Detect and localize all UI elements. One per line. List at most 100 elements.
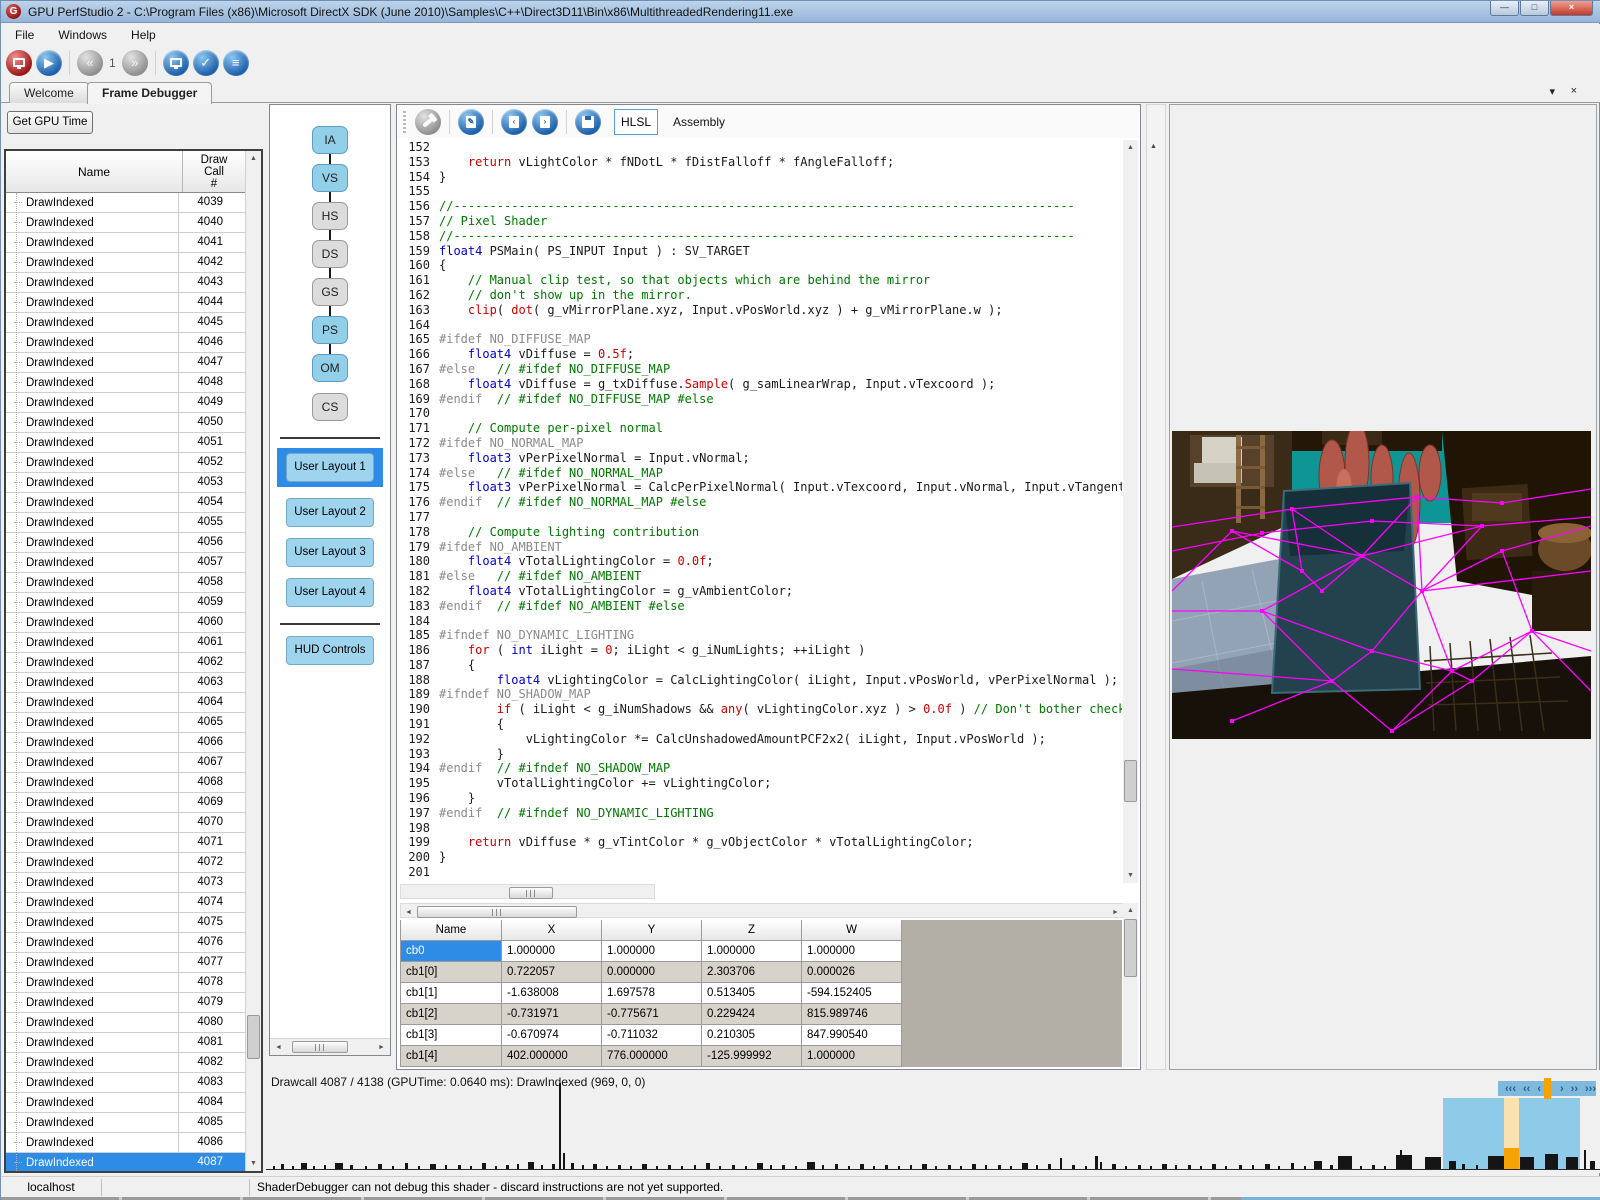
drawcall-row[interactable]: DrawIndexed4077 [6,953,245,973]
drawcall-row[interactable]: DrawIndexed4059 [6,593,245,613]
drawcall-row[interactable]: DrawIndexed4054 [6,493,245,513]
step-back-button[interactable]: « [77,50,103,76]
table-row[interactable]: cb1[3]-0.670974-0.7110320.210305847.9905… [400,1025,902,1046]
drawcall-scrollbar[interactable]: ▲ ▼ [245,151,261,1171]
drawcall-row[interactable]: DrawIndexed4049 [6,393,245,413]
shader-code-editor[interactable]: 152153 return vLightColor * fNDotL * fDi… [400,140,1122,883]
drawcall-row[interactable]: DrawIndexed4045 [6,313,245,333]
drawcall-row[interactable]: DrawIndexed4069 [6,793,245,813]
drawcall-row[interactable]: DrawIndexed4072 [6,853,245,873]
menu-help[interactable]: Help [131,28,156,42]
drawcall-row[interactable]: DrawIndexed4051 [6,433,245,453]
drawcall-row[interactable]: DrawIndexed4067 [6,753,245,773]
frame-capture-button[interactable] [163,50,189,76]
drawcall-row[interactable]: DrawIndexed4043 [6,273,245,293]
pipeline-stage-vs[interactable]: VS [312,164,348,192]
viewport-scroll-strip[interactable]: ▲ [1146,104,1166,1070]
tab-close-icon[interactable]: × [1571,85,1577,97]
scroll-thumb[interactable] [1124,919,1137,977]
maximize-button[interactable]: □ [1520,1,1549,16]
prev-shader-button[interactable]: ‹ [501,109,527,135]
column-name[interactable]: Name [6,151,183,192]
drawcall-row[interactable]: DrawIndexed4055 [6,513,245,533]
user-layout-button[interactable]: User Layout 2 [286,498,374,527]
user-layout-button[interactable]: User Layout 1 [286,453,374,482]
column-header[interactable]: W [802,920,902,940]
scroll-up-icon[interactable]: ▲ [1123,140,1138,155]
pipeline-stage-hs[interactable]: HS [312,202,348,230]
column-header[interactable]: Z [702,920,802,940]
pipeline-stage-ds[interactable]: DS [312,240,348,268]
constant-buffer-table[interactable]: NameXYZWcb01.0000001.0000001.0000001.000… [400,920,902,1067]
drawcall-row[interactable]: DrawIndexed4079 [6,993,245,1013]
drawcall-row[interactable]: DrawIndexed4061 [6,633,245,653]
next-shader-button[interactable]: › [532,109,558,135]
scroll-thumb[interactable] [509,887,553,899]
api-trace-button[interactable]: ✓ [193,50,219,76]
drawcall-row[interactable]: DrawIndexed4050 [6,413,245,433]
scroll-up-icon[interactable]: ▲ [1123,903,1138,918]
disconnect-button[interactable] [6,50,32,76]
drawcall-row[interactable]: DrawIndexed4057 [6,553,245,573]
scroll-thumb[interactable] [1124,760,1137,802]
step-forward-button[interactable]: » [122,50,148,76]
column-drawcall[interactable]: Draw Call # [183,151,245,192]
drawcall-row[interactable]: DrawIndexed4065 [6,713,245,733]
column-header[interactable]: X [502,920,602,940]
timeline-nav-arrow[interactable]: ‹‹‹ [1505,1082,1516,1096]
drawcall-row[interactable]: DrawIndexed4086 [6,1133,245,1153]
drawcall-row[interactable]: DrawIndexed4044 [6,293,245,313]
build-button[interactable] [415,109,441,135]
drawcall-row[interactable]: DrawIndexed4081 [6,1033,245,1053]
drawcall-row[interactable]: DrawIndexed4052 [6,453,245,473]
tab-assembly[interactable]: Assembly [673,115,725,129]
drawcall-row[interactable]: DrawIndexed4074 [6,893,245,913]
drawcall-row[interactable]: DrawIndexed4042 [6,253,245,273]
drawcall-row[interactable]: DrawIndexed4058 [6,573,245,593]
scroll-down-icon[interactable]: ▼ [1123,868,1138,883]
save-shader-button[interactable] [575,109,601,135]
edit-shader-button[interactable]: ✎ [458,109,484,135]
column-header[interactable]: Name [400,920,502,940]
drawcall-row[interactable]: DrawIndexed4071 [6,833,245,853]
tab-hlsl[interactable]: HLSL [614,109,658,135]
drawcall-row[interactable]: DrawIndexed4070 [6,813,245,833]
draw-list-button[interactable]: ≡ [223,50,249,76]
drawcall-row[interactable]: DrawIndexed4083 [6,1073,245,1093]
scroll-right-icon[interactable]: ► [374,1040,389,1055]
drawcall-row[interactable]: DrawIndexed4066 [6,733,245,753]
table-row[interactable]: cb1[1]-1.6380081.6975780.513405-594.1524… [400,983,902,1004]
drawcall-row[interactable]: DrawIndexed4041 [6,233,245,253]
timeline-nav-arrow[interactable]: ›› [1571,1082,1578,1096]
menu-windows[interactable]: Windows [58,28,107,42]
scroll-right-icon[interactable]: ► [1108,905,1123,920]
table-row[interactable]: cb1[0]0.7220570.0000002.3037060.000026 [400,962,902,983]
drawcall-row[interactable]: DrawIndexed4076 [6,933,245,953]
pipeline-hscrollbar[interactable]: ◄ ► [270,1038,390,1055]
drawcall-row[interactable]: DrawIndexed4087 [6,1153,245,1171]
render-target-image[interactable] [1172,431,1591,739]
drawcall-row[interactable]: DrawIndexed4084 [6,1093,245,1113]
scroll-up-icon[interactable]: ▲ [246,151,261,166]
code-hscrollbar[interactable] [400,884,655,899]
pipeline-stage-ps[interactable]: PS [312,316,348,344]
drawcall-row[interactable]: DrawIndexed4085 [6,1113,245,1133]
drawcall-row[interactable]: DrawIndexed4062 [6,653,245,673]
title-bar[interactable]: G GPU PerfStudio 2 - C:\Program Files (x… [1,1,1600,23]
user-layout-button[interactable]: User Layout 4 [286,578,374,607]
code-vscrollbar[interactable]: ▲ ▼ [1123,140,1138,883]
timeline-nav-arrow[interactable]: ‹ [1537,1082,1541,1096]
drawcall-row[interactable]: DrawIndexed4048 [6,373,245,393]
pipeline-stage-gs[interactable]: GS [312,278,348,306]
timeline-nav-arrow[interactable]: ››› [1585,1082,1596,1096]
drawcall-row[interactable]: DrawIndexed4056 [6,533,245,553]
get-gpu-time-button[interactable]: Get GPU Time [7,111,93,134]
scroll-thumb[interactable] [247,1015,260,1059]
drawcall-row[interactable]: DrawIndexed4040 [6,213,245,233]
drawcall-row[interactable]: DrawIndexed4082 [6,1053,245,1073]
table-row[interactable]: cb1[2]-0.731971-0.7756710.229424815.9897… [400,1004,902,1025]
drawcall-row[interactable]: DrawIndexed4064 [6,693,245,713]
pipeline-stage-ia[interactable]: IA [312,126,348,154]
variables-hscrollbar[interactable]: ◄ ► [400,903,1124,918]
scroll-left-icon[interactable]: ◄ [401,905,416,920]
